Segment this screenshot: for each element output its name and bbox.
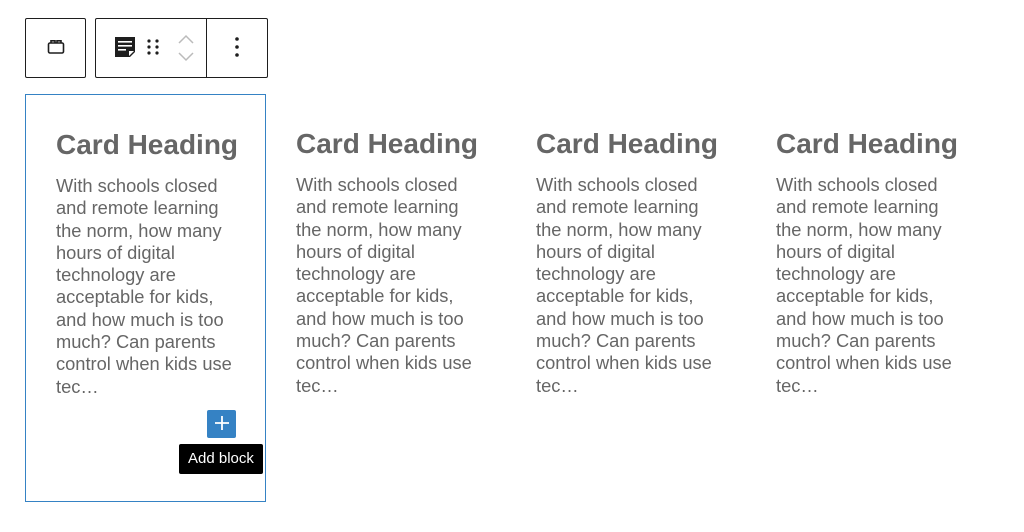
card-body: With schools closed and remote learning …	[776, 174, 952, 396]
drag-handle-icon	[145, 37, 161, 60]
card-body: With schools closed and remote learning …	[296, 174, 472, 396]
card-3[interactable]: Card Heading With schools closed and rem…	[506, 94, 747, 502]
parent-block-icon	[44, 35, 68, 62]
block-controls-group	[95, 18, 268, 78]
more-options-button[interactable]	[207, 19, 267, 77]
post-excerpt-icon	[113, 35, 137, 62]
chevron-up-icon	[177, 32, 195, 47]
block-movers	[166, 19, 206, 77]
parent-group	[25, 18, 86, 78]
drag-handle-button[interactable]	[140, 19, 166, 77]
move-up-button[interactable]	[176, 32, 196, 46]
block-toolbar	[25, 18, 268, 78]
card-2[interactable]: Card Heading With schools closed and rem…	[266, 94, 507, 502]
add-block-tooltip: Add block	[179, 444, 263, 474]
plus-icon	[213, 414, 231, 435]
card-heading: Card Heading	[776, 128, 959, 159]
card-4[interactable]: Card Heading With schools closed and rem…	[746, 94, 987, 502]
select-parent-button[interactable]	[26, 19, 85, 77]
card-body: With schools closed and remote learning …	[536, 174, 712, 396]
block-type-button[interactable]	[96, 19, 140, 77]
card-1[interactable]: Card Heading With schools closed and rem…	[25, 94, 266, 502]
move-down-button[interactable]	[176, 50, 196, 64]
card-body: With schools closed and remote learning …	[56, 175, 232, 397]
add-block-button[interactable]	[207, 410, 236, 438]
card-heading: Card Heading	[536, 128, 719, 159]
more-vertical-icon	[234, 36, 240, 61]
card-heading: Card Heading	[296, 128, 479, 159]
chevron-down-icon	[177, 50, 195, 65]
card-heading: Card Heading	[56, 129, 239, 160]
